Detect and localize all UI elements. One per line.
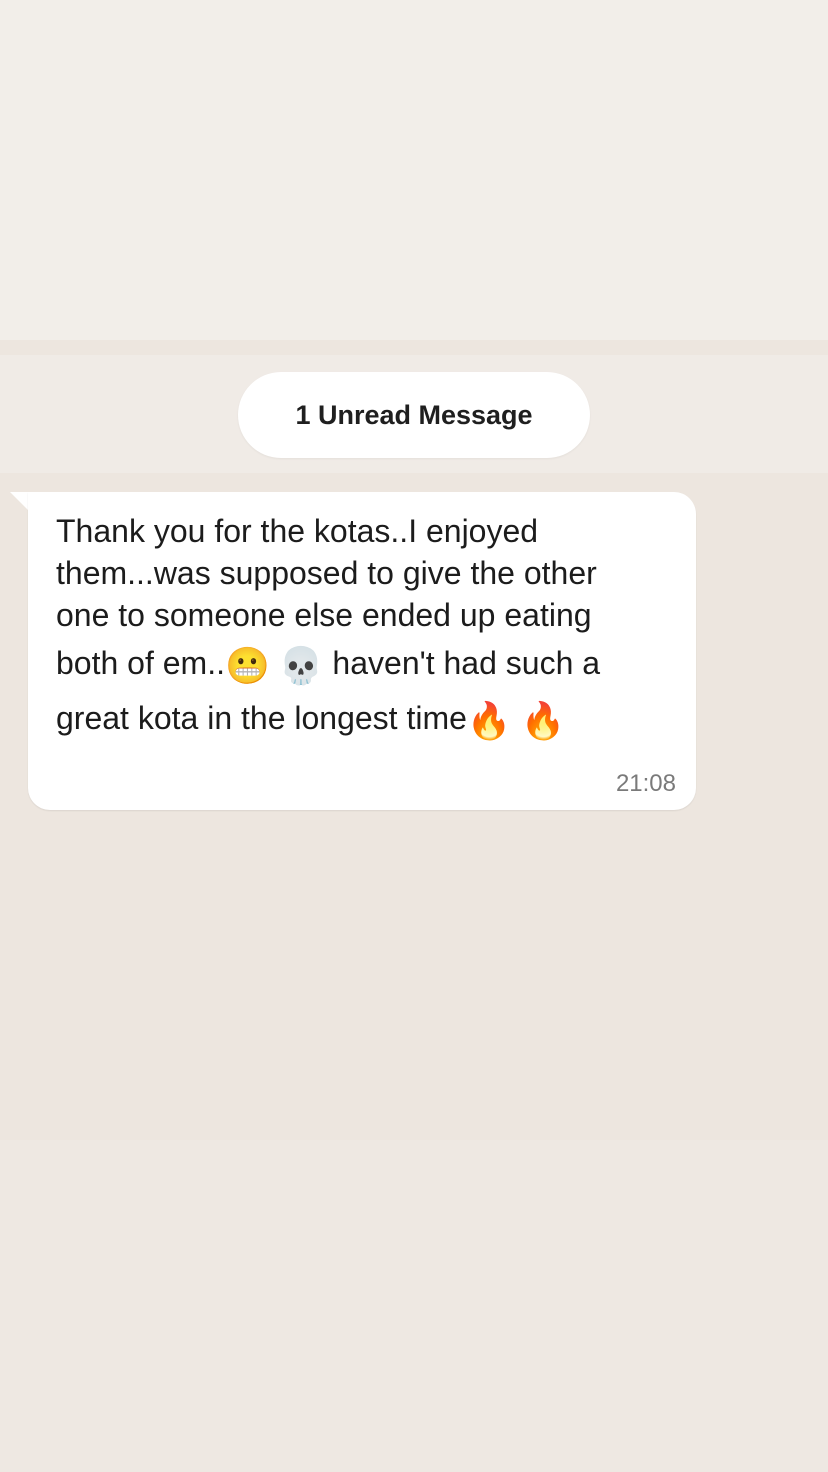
message-line: both of em..😬 💀 haven't had such a [56, 636, 676, 691]
message-line: them...was supposed to give the other [56, 555, 597, 591]
message-line-text: both of em.. [56, 645, 225, 681]
grimacing-face-emoji-icon: 😬 [224, 645, 270, 686]
message-line-text: great kota in the longest time [56, 700, 467, 736]
incoming-message-bubble[interactable]: Thank you for the kotas..I enjoyed them.… [28, 492, 696, 810]
message-line: great kota in the longest time🔥 🔥 [56, 691, 676, 746]
unread-message-label: 1 Unread Message [295, 399, 533, 430]
bottom-blank-area [0, 1140, 828, 1472]
message-text: Thank you for the kotas..I enjoyed them.… [56, 510, 676, 746]
message-timestamp: 21:08 [615, 770, 676, 797]
unread-message-divider: 1 Unread Message [238, 372, 590, 458]
message-line-text: haven't had such a [323, 645, 601, 681]
fire-emoji-icon: 🔥 [520, 700, 566, 741]
top-blank-area [0, 0, 828, 340]
message-line: one to someone else ended up eating [56, 597, 592, 633]
fire-emoji-icon: 🔥 [466, 700, 512, 741]
message-line: Thank you for the kotas..I enjoyed [56, 513, 539, 549]
skull-emoji-icon: 💀 [278, 645, 324, 686]
